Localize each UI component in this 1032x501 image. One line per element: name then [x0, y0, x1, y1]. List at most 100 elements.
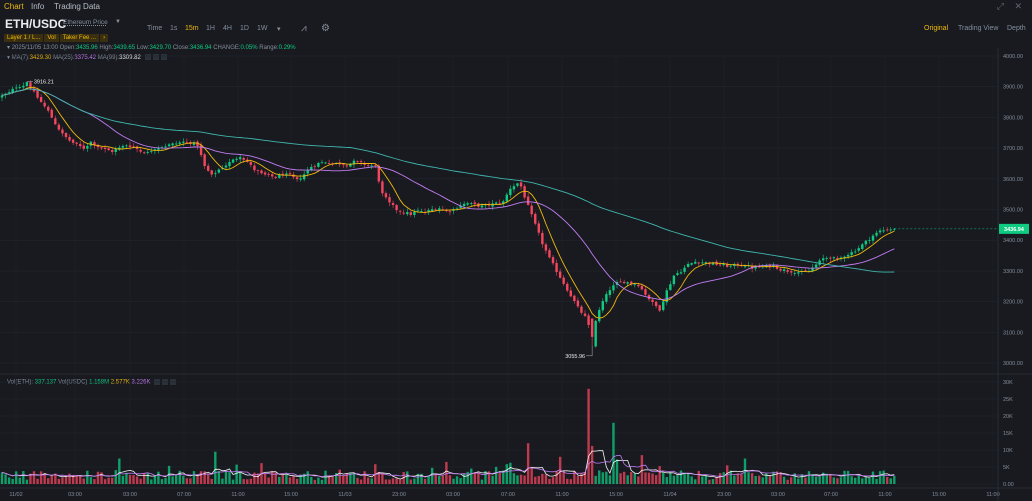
volume-bar [839, 477, 843, 484]
candle-body [516, 183, 519, 186]
volume-bar [423, 478, 427, 484]
candle-body [263, 172, 267, 175]
candle-body [182, 141, 185, 143]
volume-bar [359, 479, 363, 484]
volume-bar [75, 474, 78, 484]
volume-bar [352, 472, 356, 484]
volume-bar [270, 470, 274, 484]
volume-bar [231, 479, 235, 484]
volume-bar [893, 475, 896, 484]
volume-bar [697, 470, 700, 484]
volume-tick-label: 0.00 [1003, 482, 1014, 488]
candle-body [470, 203, 473, 204]
candle-body [775, 265, 779, 269]
volume-bar [139, 478, 142, 484]
volume-bar [526, 443, 530, 484]
volume-bar [736, 473, 740, 484]
time-tick-label: 11/04 [663, 492, 676, 498]
volume-bar [626, 475, 629, 484]
candle-body [274, 176, 277, 178]
volume-bar [199, 471, 203, 484]
candle-body [260, 170, 263, 174]
price-chart[interactable]: 4000.00 3900.00 3800.00 3700.00 3600.00 3500.… [0, 0, 1032, 501]
candle-body [729, 265, 732, 267]
volume-bar [676, 475, 679, 484]
volume-bar [786, 479, 789, 484]
candle-body [566, 283, 569, 291]
volume-bar [182, 476, 185, 484]
candle-body [242, 157, 245, 160]
volume-bar [0, 472, 4, 484]
volume-bar [814, 476, 818, 484]
volume-bar [797, 478, 800, 484]
volume-bar [758, 475, 761, 484]
candle-body [686, 264, 690, 267]
candle-body [235, 158, 238, 160]
candle-body [558, 271, 562, 278]
volume-bar [868, 477, 871, 484]
candle-body [107, 148, 110, 151]
candle-body [871, 235, 875, 241]
volume-bar [103, 479, 107, 484]
volume-bar [310, 476, 313, 484]
candle-body [381, 181, 384, 194]
volume-bar [11, 478, 14, 484]
candle-body [779, 268, 782, 271]
candle-body [530, 205, 533, 215]
volume-bar [829, 473, 832, 484]
candle-body [878, 230, 882, 233]
volume-bar [519, 474, 523, 484]
volume-bar [843, 470, 846, 484]
volume-bar [281, 474, 285, 484]
volume-bar [107, 477, 110, 484]
volume-bar [711, 479, 715, 484]
candle-body [100, 147, 103, 149]
candle-body [637, 284, 640, 287]
candle-body [601, 301, 604, 311]
volume-tick-label: 5K [1003, 465, 1010, 471]
volume-bar [459, 478, 462, 484]
volume-bar [320, 479, 324, 484]
candle-body [0, 95, 4, 98]
time-tick-label: 11:00 [555, 492, 568, 498]
candle-body [174, 143, 178, 145]
volume-bar [658, 466, 661, 484]
candle-body [836, 257, 839, 259]
volume-bar [615, 459, 619, 484]
volume-bar [32, 471, 36, 484]
volume-bar [125, 472, 128, 484]
candle-body [167, 144, 171, 147]
volume-bar [434, 473, 437, 484]
candle-body [790, 271, 793, 273]
vol-ma5-line [1, 450, 895, 480]
volume-bar [214, 451, 217, 484]
candle-body [889, 229, 892, 231]
candle-body [420, 211, 423, 212]
candle-body [68, 136, 71, 141]
candle-body [231, 159, 235, 163]
volume-bar [729, 470, 732, 484]
candle-body [79, 143, 82, 147]
volume-bar [512, 473, 516, 484]
ma25-line [1, 88, 895, 300]
volume-bar [185, 478, 189, 484]
volume-bar [224, 471, 228, 484]
volume-bar [608, 475, 612, 484]
volume-bar [68, 473, 71, 484]
candle-body [370, 165, 373, 167]
price-tick-label: 3200.00 [1003, 300, 1023, 306]
candle-body [619, 281, 622, 283]
volume-bar [694, 479, 697, 484]
volume-bar [505, 464, 509, 484]
volume-bar [338, 469, 341, 484]
candle-body [587, 315, 590, 325]
candle-body [75, 142, 78, 144]
candle-body [224, 165, 228, 168]
volume-bar [86, 470, 89, 484]
volume-bar [96, 471, 100, 484]
candle-body [590, 318, 594, 337]
candle-body [793, 273, 796, 274]
volume-bar [4, 474, 7, 484]
volume-tick-label: 20K [1003, 414, 1013, 420]
candle-body [114, 149, 117, 152]
